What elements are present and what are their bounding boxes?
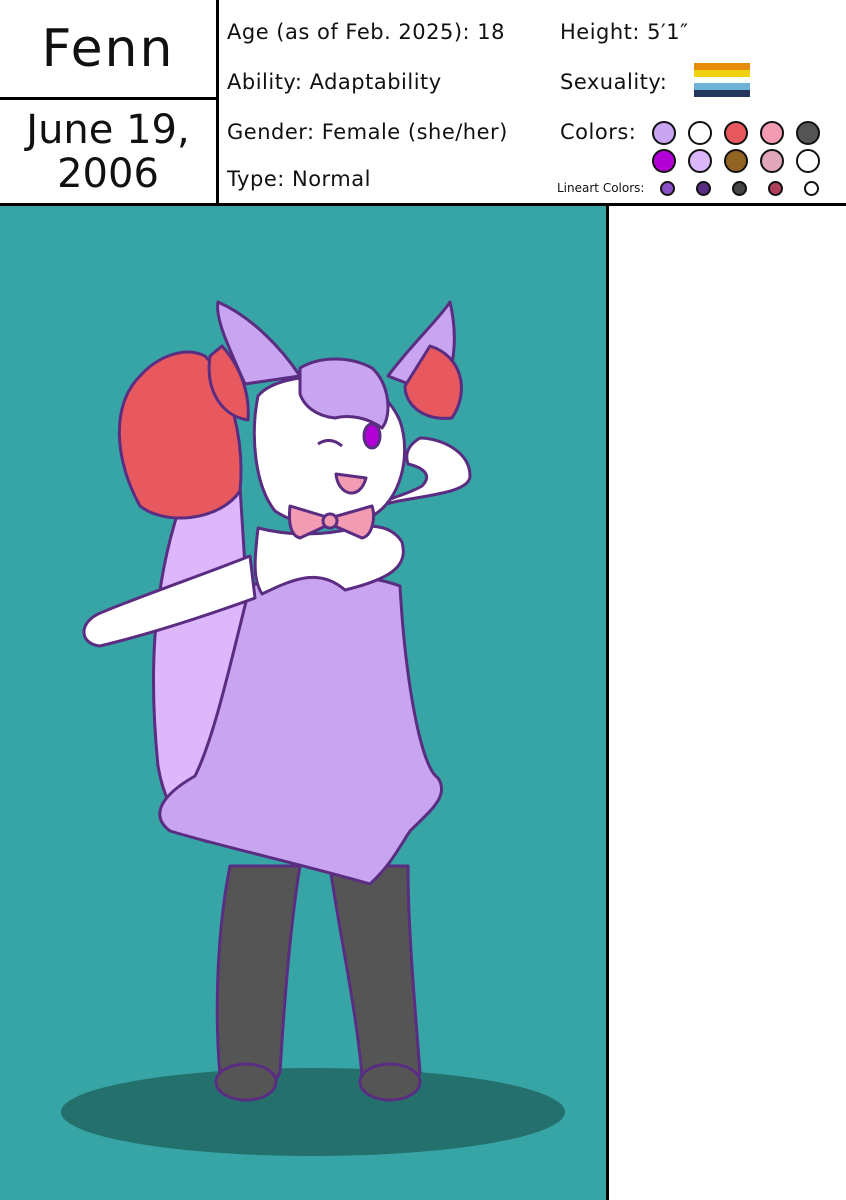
lineart-swatch [804, 181, 819, 196]
sexuality-flag [694, 63, 750, 97]
info-age: Age (as of Feb. 2025): 18 [227, 20, 506, 44]
birthday-line-2: 2006 [57, 150, 159, 197]
info-lineart-label: Lineart Colors: [557, 181, 645, 195]
lineart-swatch [696, 181, 711, 196]
info-ability: Ability: Adaptability [227, 70, 442, 94]
color-swatch [760, 149, 784, 173]
color-swatch [688, 121, 712, 145]
eye-open [362, 422, 382, 450]
header-divider-vertical [216, 0, 219, 206]
info-type: Type: Normal [227, 167, 371, 191]
info-sexuality-label: Sexuality: [560, 70, 668, 94]
character-birthday: June 19, 2006 [0, 100, 216, 203]
flag-stripe [694, 76, 750, 84]
color-swatch [796, 149, 820, 173]
foot-right [358, 1062, 422, 1102]
character-name: Fenn [41, 18, 175, 79]
character-illustration [61, 300, 565, 1156]
color-swatch [796, 121, 820, 145]
lineart-swatch [660, 181, 675, 196]
color-swatch [760, 121, 784, 145]
blank-panel [609, 206, 846, 1200]
leg-right [328, 864, 422, 1093]
lineart-swatch [732, 181, 747, 196]
foot-left [214, 1062, 278, 1102]
color-swatch [652, 121, 676, 145]
color-swatch [724, 149, 748, 173]
color-swatch [652, 149, 676, 173]
bow-knot [321, 512, 339, 530]
leg-left [215, 864, 302, 1092]
ground-shadow [61, 1068, 565, 1156]
flag-stripe [694, 90, 750, 97]
flag-stripe [694, 69, 750, 77]
character-artwork [0, 206, 606, 1200]
flag-stripe [694, 63, 750, 70]
reference-sheet-header: Fenn June 19, 2006 Age (as of Feb. 2025)… [0, 0, 846, 206]
color-swatch [724, 121, 748, 145]
flag-stripe [694, 83, 750, 91]
info-gender: Gender: Female (she/her) [227, 120, 508, 144]
birthday-line-1: June 19, [26, 106, 190, 153]
info-colors-label: Colors: [560, 120, 637, 144]
lineart-swatch [768, 181, 783, 196]
color-swatch [688, 149, 712, 173]
art-divider [606, 206, 609, 1200]
info-height: Height: 5′1″ [560, 20, 689, 44]
